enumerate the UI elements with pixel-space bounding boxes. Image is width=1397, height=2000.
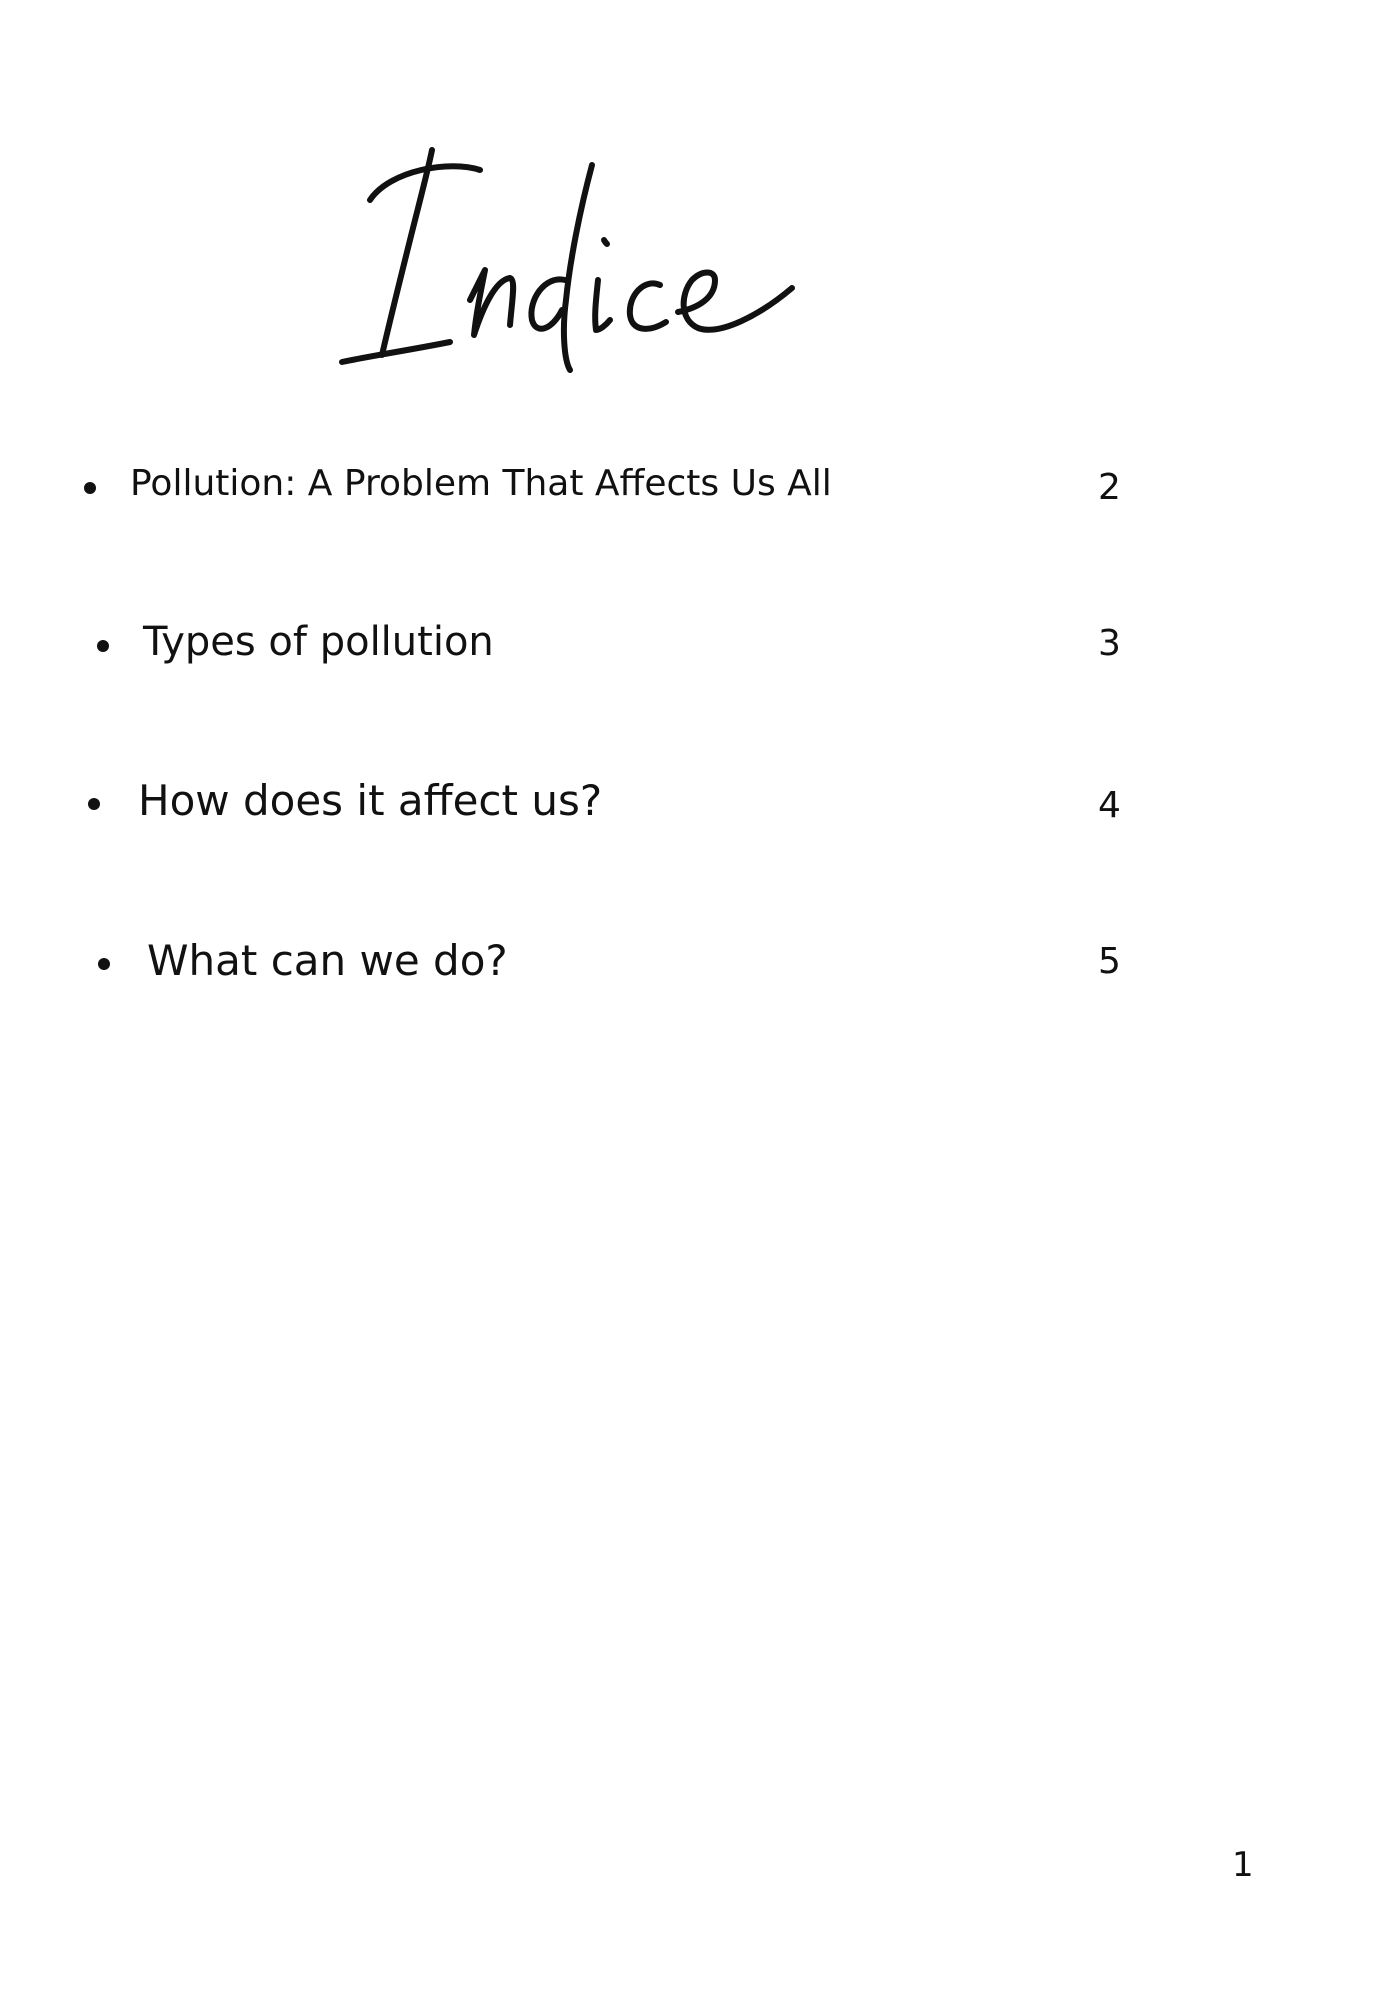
toc-item[interactable]: How does it affect us? 4	[0, 776, 1397, 836]
title-script-artwork	[339, 147, 795, 373]
toc-item[interactable]: Pollution: A Problem That Affects Us All…	[0, 462, 1397, 522]
toc-item-page: 3	[1098, 623, 1121, 664]
bullet-icon	[97, 640, 109, 652]
toc-item-label: What can we do?	[147, 936, 508, 985]
toc-item-page: 4	[1098, 785, 1121, 826]
page-number: 1	[1232, 1845, 1254, 1885]
toc-item-label: Types of pollution	[143, 619, 494, 665]
toc-item-page: 5	[1098, 941, 1121, 982]
bullet-icon	[98, 958, 110, 970]
toc-item-page: 2	[1098, 467, 1121, 508]
toc-item-label: Pollution: A Problem That Affects Us All	[130, 463, 832, 504]
toc-item-label: How does it affect us?	[138, 776, 603, 825]
toc-item[interactable]: What can we do? 5	[0, 936, 1397, 996]
toc-item[interactable]: Types of pollution 3	[0, 618, 1397, 678]
document-page: Pollution: A Problem That Affects Us All…	[0, 0, 1397, 2000]
bullet-icon	[88, 798, 100, 810]
page-title	[330, 130, 850, 390]
bullet-icon	[84, 482, 96, 494]
